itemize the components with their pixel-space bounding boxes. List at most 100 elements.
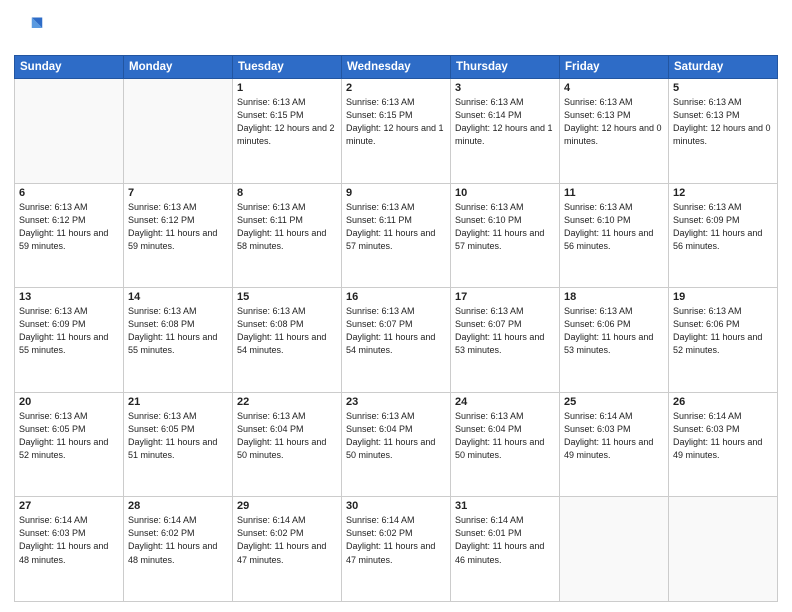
calendar-cell: 12 Sunrise: 6:13 AM Sunset: 6:09 PM Dayli…	[669, 183, 778, 288]
week-row-4: 20 Sunrise: 6:13 AM Sunset: 6:05 PM Dayli…	[15, 392, 778, 497]
calendar-table: SundayMondayTuesdayWednesdayThursdayFrid…	[14, 55, 778, 602]
weekday-header-row: SundayMondayTuesdayWednesdayThursdayFrid…	[15, 56, 778, 79]
weekday-header-monday: Monday	[124, 56, 233, 79]
day-number: 21	[128, 396, 228, 408]
calendar-cell	[669, 497, 778, 602]
calendar-cell: 16 Sunrise: 6:13 AM Sunset: 6:07 PM Dayli…	[342, 288, 451, 393]
header	[14, 10, 778, 47]
day-number: 23	[346, 396, 446, 408]
logo	[14, 14, 44, 47]
day-number: 27	[19, 500, 119, 512]
calendar-cell: 19 Sunrise: 6:13 AM Sunset: 6:06 PM Dayli…	[669, 288, 778, 393]
day-info: Sunrise: 6:14 AM Sunset: 6:03 PM Dayligh…	[564, 410, 664, 462]
calendar-cell: 3Sunrise: 6:13 AM Sunset: 6:14 PM Daylig…	[451, 79, 560, 184]
day-info: Sunrise: 6:14 AM Sunset: 6:03 PM Dayligh…	[673, 410, 773, 462]
weekday-header-sunday: Sunday	[15, 56, 124, 79]
day-number: 8	[237, 187, 337, 199]
day-number: 2	[346, 82, 446, 94]
day-number: 12	[673, 187, 773, 199]
calendar-cell: 25 Sunrise: 6:14 AM Sunset: 6:03 PM Dayli…	[560, 392, 669, 497]
day-number: 25	[564, 396, 664, 408]
week-row-3: 13 Sunrise: 6:13 AM Sunset: 6:09 PM Dayli…	[15, 288, 778, 393]
calendar-cell: 8 Sunrise: 6:13 AM Sunset: 6:11 PM Daylig…	[233, 183, 342, 288]
calendar-cell: 18Sunrise: 6:13 AM Sunset: 6:06 PM Dayli…	[560, 288, 669, 393]
weekday-header-saturday: Saturday	[669, 56, 778, 79]
calendar-cell: 27 Sunrise: 6:14 AM Sunset: 6:03 PM Dayli…	[15, 497, 124, 602]
page: SundayMondayTuesdayWednesdayThursdayFrid…	[0, 0, 792, 612]
day-number: 26	[673, 396, 773, 408]
calendar-cell: 14 Sunrise: 6:13 AM Sunset: 6:08 PM Dayli…	[124, 288, 233, 393]
day-info: Sunrise: 6:13 AM Sunset: 6:13 PM Dayligh…	[564, 96, 664, 148]
day-info: Sunrise: 6:13 AM Sunset: 6:10 PM Dayligh…	[564, 201, 664, 253]
day-info: Sunrise: 6:14 AM Sunset: 6:02 PM Dayligh…	[237, 514, 337, 566]
logo-icon	[16, 14, 44, 42]
day-info: Sunrise: 6:13 AM Sunset: 6:09 PM Dayligh…	[673, 201, 773, 253]
calendar-cell: 9 Sunrise: 6:13 AM Sunset: 6:11 PM Daylig…	[342, 183, 451, 288]
day-info: Sunrise: 6:13 AM Sunset: 6:09 PM Dayligh…	[19, 305, 119, 357]
calendar-cell: 2 Sunrise: 6:13 AM Sunset: 6:15 PM Daylig…	[342, 79, 451, 184]
calendar-cell: 1 Sunrise: 6:13 AM Sunset: 6:15 PM Daylig…	[233, 79, 342, 184]
day-info: Sunrise: 6:13 AM Sunset: 6:15 PM Dayligh…	[237, 96, 337, 148]
day-number: 13	[19, 291, 119, 303]
calendar-cell: 28Sunrise: 6:14 AM Sunset: 6:02 PM Dayli…	[124, 497, 233, 602]
calendar-cell: 15 Sunrise: 6:13 AM Sunset: 6:08 PM Dayli…	[233, 288, 342, 393]
day-info: Sunrise: 6:13 AM Sunset: 6:05 PM Dayligh…	[19, 410, 119, 462]
calendar-cell: 10 Sunrise: 6:13 AM Sunset: 6:10 PM Dayli…	[451, 183, 560, 288]
day-number: 29	[237, 500, 337, 512]
calendar-cell	[560, 497, 669, 602]
day-number: 20	[19, 396, 119, 408]
day-number: 19	[673, 291, 773, 303]
day-info: Sunrise: 6:13 AM Sunset: 6:13 PM Dayligh…	[673, 96, 773, 148]
day-info: Sunrise: 6:13 AM Sunset: 6:14 PM Dayligh…	[455, 96, 555, 148]
day-info: Sunrise: 6:13 AM Sunset: 6:04 PM Dayligh…	[237, 410, 337, 462]
day-info: Sunrise: 6:14 AM Sunset: 6:01 PM Dayligh…	[455, 514, 555, 566]
day-info: Sunrise: 6:13 AM Sunset: 6:05 PM Dayligh…	[128, 410, 228, 462]
weekday-header-wednesday: Wednesday	[342, 56, 451, 79]
calendar-cell: 5 Sunrise: 6:13 AM Sunset: 6:13 PM Daylig…	[669, 79, 778, 184]
calendar-cell	[15, 79, 124, 184]
day-number: 31	[455, 500, 555, 512]
day-number: 24	[455, 396, 555, 408]
day-number: 18	[564, 291, 664, 303]
day-info: Sunrise: 6:13 AM Sunset: 6:11 PM Dayligh…	[237, 201, 337, 253]
day-info: Sunrise: 6:13 AM Sunset: 6:08 PM Dayligh…	[128, 305, 228, 357]
day-number: 15	[237, 291, 337, 303]
day-number: 16	[346, 291, 446, 303]
day-number: 17	[455, 291, 555, 303]
day-info: Sunrise: 6:13 AM Sunset: 6:15 PM Dayligh…	[346, 96, 446, 148]
calendar-cell: 4 Sunrise: 6:13 AM Sunset: 6:13 PM Daylig…	[560, 79, 669, 184]
calendar-cell: 22 Sunrise: 6:13 AM Sunset: 6:04 PM Dayli…	[233, 392, 342, 497]
weekday-header-friday: Friday	[560, 56, 669, 79]
day-number: 1	[237, 82, 337, 94]
calendar-cell: 20 Sunrise: 6:13 AM Sunset: 6:05 PM Dayli…	[15, 392, 124, 497]
day-number: 4	[564, 82, 664, 94]
day-info: Sunrise: 6:13 AM Sunset: 6:07 PM Dayligh…	[346, 305, 446, 357]
day-number: 10	[455, 187, 555, 199]
day-number: 14	[128, 291, 228, 303]
day-info: Sunrise: 6:13 AM Sunset: 6:08 PM Dayligh…	[237, 305, 337, 357]
day-number: 11	[564, 187, 664, 199]
day-info: Sunrise: 6:13 AM Sunset: 6:11 PM Dayligh…	[346, 201, 446, 253]
day-number: 5	[673, 82, 773, 94]
day-number: 7	[128, 187, 228, 199]
day-number: 9	[346, 187, 446, 199]
calendar-cell	[124, 79, 233, 184]
calendar-cell: 13 Sunrise: 6:13 AM Sunset: 6:09 PM Dayli…	[15, 288, 124, 393]
week-row-2: 6 Sunrise: 6:13 AM Sunset: 6:12 PM Daylig…	[15, 183, 778, 288]
day-info: Sunrise: 6:13 AM Sunset: 6:06 PM Dayligh…	[673, 305, 773, 357]
day-number: 6	[19, 187, 119, 199]
day-info: Sunrise: 6:14 AM Sunset: 6:02 PM Dayligh…	[346, 514, 446, 566]
day-info: Sunrise: 6:13 AM Sunset: 6:07 PM Dayligh…	[455, 305, 555, 357]
day-number: 22	[237, 396, 337, 408]
calendar-cell: 24Sunrise: 6:13 AM Sunset: 6:04 PM Dayli…	[451, 392, 560, 497]
day-info: Sunrise: 6:13 AM Sunset: 6:04 PM Dayligh…	[346, 410, 446, 462]
calendar-cell: 26 Sunrise: 6:14 AM Sunset: 6:03 PM Dayli…	[669, 392, 778, 497]
calendar-cell: 31 Sunrise: 6:14 AM Sunset: 6:01 PM Dayli…	[451, 497, 560, 602]
day-info: Sunrise: 6:13 AM Sunset: 6:10 PM Dayligh…	[455, 201, 555, 253]
week-row-5: 27 Sunrise: 6:14 AM Sunset: 6:03 PM Dayli…	[15, 497, 778, 602]
day-info: Sunrise: 6:13 AM Sunset: 6:12 PM Dayligh…	[19, 201, 119, 253]
day-info: Sunrise: 6:14 AM Sunset: 6:03 PM Dayligh…	[19, 514, 119, 566]
calendar-cell: 6 Sunrise: 6:13 AM Sunset: 6:12 PM Daylig…	[15, 183, 124, 288]
calendar-cell: 17 Sunrise: 6:13 AM Sunset: 6:07 PM Dayli…	[451, 288, 560, 393]
calendar-cell: 21 Sunrise: 6:13 AM Sunset: 6:05 PM Dayli…	[124, 392, 233, 497]
